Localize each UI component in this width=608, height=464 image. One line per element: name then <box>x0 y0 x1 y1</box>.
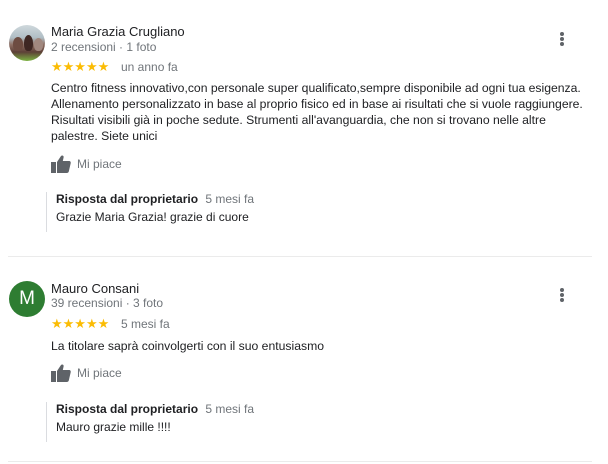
like-button[interactable]: Mi piace <box>51 154 122 174</box>
reviewer-meta: 2 recensioni · 1 foto <box>51 40 157 54</box>
reviewer-name[interactable]: Maria Grazia Crugliano <box>51 24 185 39</box>
more-vert-icon <box>560 32 564 36</box>
like-label: Mi piace <box>77 157 122 171</box>
review-divider <box>8 461 592 462</box>
reply-text: Mauro grazie mille !!!! <box>56 420 171 434</box>
review-date: un anno fa <box>121 60 178 74</box>
reviewer-name[interactable]: Mauro Consani <box>51 281 139 296</box>
avatar[interactable] <box>9 25 45 61</box>
reviewer-meta: 39 recensioni · 3 foto <box>51 296 164 310</box>
review-text: Centro fitness innovativo,con personale … <box>51 81 583 143</box>
avatar[interactable]: M <box>9 281 45 317</box>
thumb-up-icon <box>51 364 71 382</box>
star-rating: ★★★★★ <box>51 59 110 74</box>
reply-date: 5 mesi fa <box>205 402 255 416</box>
more-options-button[interactable] <box>553 286 571 304</box>
reply-date: 5 mesi fa <box>205 192 255 206</box>
more-options-button[interactable] <box>553 30 571 48</box>
like-button[interactable]: Mi piace <box>51 363 122 383</box>
star-rating: ★★★★★ <box>51 316 110 331</box>
reply-text: Grazie Maria Grazia! grazie di cuore <box>56 210 249 224</box>
review-date: 5 mesi fa <box>121 317 170 331</box>
more-vert-icon <box>560 288 564 292</box>
like-label: Mi piace <box>77 366 122 380</box>
reply-owner-label: Risposta dal proprietario <box>56 402 199 416</box>
review-divider <box>8 256 592 257</box>
reply-owner-label: Risposta dal proprietario <box>56 192 199 206</box>
review-text: La titolare saprà coinvolgerti con il su… <box>51 339 325 353</box>
thumb-up-icon <box>51 155 71 173</box>
owner-reply: Risposta dal proprietario 5 mesi fa Maur… <box>46 402 576 442</box>
owner-reply: Risposta dal proprietario 5 mesi fa Graz… <box>46 192 576 232</box>
